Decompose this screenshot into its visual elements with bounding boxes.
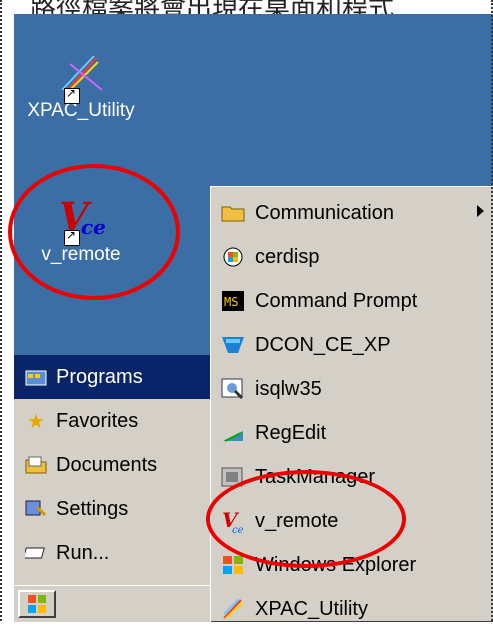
windows-logo-icon [28, 595, 46, 613]
svg-text:MS: MS [224, 295, 238, 309]
highlight-circle-desktop [8, 164, 180, 300]
cerdisp-icon [219, 243, 247, 271]
dcon-icon [219, 331, 247, 359]
folder-icon [219, 199, 247, 227]
regedit-icon [219, 419, 247, 447]
run-icon [24, 541, 48, 565]
settings-icon [24, 497, 48, 521]
start-menu-label: Documents [56, 453, 158, 476]
desktop-icon-xpac-utility[interactable]: XPAC_Utility [16, 54, 146, 122]
submenu-communication[interactable]: Communication [211, 191, 493, 235]
highlight-circle-submenu [206, 470, 406, 568]
submenu-cerdisp[interactable]: cerdisp [211, 235, 493, 279]
start-menu-label: Run... [56, 541, 110, 564]
start-menu-programs[interactable]: Programs [14, 355, 212, 399]
submenu-arrow-icon [477, 205, 484, 217]
command-prompt-icon: MS [219, 287, 247, 315]
start-menu-label: Settings [56, 497, 129, 520]
start-menu-settings[interactable]: Settings [14, 487, 212, 531]
submenu-label: DCON_CE_XP [255, 333, 391, 356]
start-menu-label: Favorites [56, 409, 139, 432]
start-button[interactable] [18, 590, 56, 618]
programs-folder-icon [24, 365, 48, 389]
submenu-dcon-ce-xp[interactable]: DCON_CE_XP [211, 323, 493, 367]
submenu-regedit[interactable]: RegEdit [211, 411, 493, 455]
start-menu-documents[interactable]: Documents [14, 443, 212, 487]
start-menu-run[interactable]: Run... [14, 531, 212, 575]
submenu-xpac-utility[interactable]: XPAC_Utility [211, 587, 493, 631]
xpac-utility-small-icon [219, 595, 247, 623]
submenu-command-prompt[interactable]: MS Command Prompt [211, 279, 493, 323]
page-border-right [489, 0, 493, 621]
submenu-label: Command Prompt [255, 289, 418, 312]
submenu-label: RegEdit [255, 421, 327, 444]
page-border-left [0, 0, 4, 621]
isqlw-icon [219, 375, 247, 403]
shortcut-arrow-icon [64, 86, 80, 104]
start-menu-label: Programs [56, 365, 143, 388]
start-menu: Programs ★ Favorites Documents Settings … [14, 355, 213, 585]
start-menu-favorites[interactable]: ★ Favorites [14, 399, 212, 443]
star-icon: ★ [27, 410, 45, 433]
submenu-label: isqlw35 [255, 377, 322, 400]
documents-folder-icon [24, 453, 48, 477]
submenu-label: Communication [255, 201, 394, 224]
submenu-isqlw35[interactable]: isqlw35 [211, 367, 493, 411]
desktop-icon-label: XPAC_Utility [27, 100, 135, 121]
submenu-label: XPAC_Utility [255, 597, 368, 620]
submenu-label: cerdisp [255, 245, 320, 268]
